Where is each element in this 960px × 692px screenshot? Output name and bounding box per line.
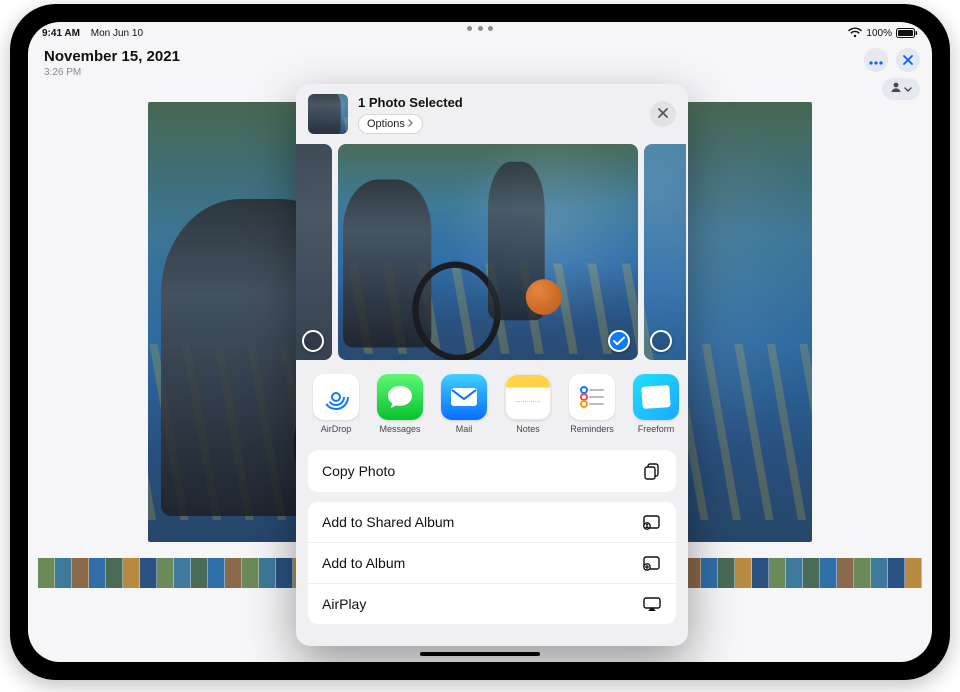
reminders-icon <box>569 374 615 420</box>
share-photo-item[interactable] <box>644 144 686 360</box>
mail-icon <box>441 374 487 420</box>
share-app-mail[interactable]: Mail <box>438 374 490 434</box>
airplay-icon <box>642 596 662 612</box>
chevron-right-icon <box>408 118 414 130</box>
messages-icon <box>377 374 423 420</box>
action-label: Add to Shared Album <box>322 514 454 530</box>
share-sheet: 1 Photo Selected Options <box>296 84 688 646</box>
photo-date-title: November 15, 2021 <box>44 48 180 65</box>
ipad-screen: 9:41 AM Mon Jun 10 100% November 15, 202… <box>28 22 932 662</box>
action-label: Copy Photo <box>322 463 395 479</box>
battery-percent: 100% <box>866 28 892 39</box>
close-button[interactable] <box>896 48 920 72</box>
xmark-icon <box>903 53 913 68</box>
status-bar: 9:41 AM Mon Jun 10 100% <box>28 22 932 42</box>
app-label: Mail <box>456 424 473 434</box>
freeform-icon <box>633 374 679 420</box>
wifi-icon <box>848 28 862 38</box>
people-button[interactable] <box>882 78 920 100</box>
app-label: Messages <box>379 424 420 434</box>
photo-time-subtitle: 3:26 PM <box>44 67 180 78</box>
action-airplay[interactable]: AirPlay <box>308 584 676 624</box>
status-date: Mon Jun 10 <box>91 28 143 39</box>
more-button[interactable] <box>864 48 888 72</box>
share-action-list: Add to Shared Album Add to Album AirPlay <box>308 502 676 624</box>
action-label: Add to Album <box>322 555 405 571</box>
options-button[interactable]: Options <box>358 114 423 134</box>
home-indicator[interactable] <box>420 652 540 656</box>
share-photo-item[interactable] <box>296 144 332 360</box>
action-label: AirPlay <box>322 596 366 612</box>
person-icon <box>890 80 902 98</box>
action-add-to-shared-album[interactable]: Add to Shared Album <box>308 502 676 543</box>
airdrop-icon <box>313 374 359 420</box>
share-app-messages[interactable]: Messages <box>374 374 426 434</box>
action-copy-photo[interactable]: Copy Photo <box>308 450 676 492</box>
ipad-device-frame: 9:41 AM Mon Jun 10 100% November 15, 202… <box>10 4 950 680</box>
action-add-to-album[interactable]: Add to Album <box>308 543 676 584</box>
share-app-freeform[interactable]: Freeform <box>630 374 682 434</box>
ellipsis-icon <box>869 53 883 68</box>
app-label: AirDrop <box>321 424 352 434</box>
selection-circle[interactable] <box>650 330 672 352</box>
selection-circle-checked[interactable] <box>608 330 630 352</box>
copy-icon <box>642 462 662 480</box>
status-time: 9:41 AM <box>42 28 80 39</box>
xmark-icon <box>658 105 668 123</box>
app-label: Freeform <box>638 424 675 434</box>
multitask-control[interactable] <box>467 26 493 32</box>
sheet-thumbnail <box>308 94 348 134</box>
share-app-reminders[interactable]: Reminders <box>566 374 618 434</box>
share-app-airdrop[interactable]: AirDrop <box>310 374 362 434</box>
app-label: Reminders <box>570 424 614 434</box>
selection-circle[interactable] <box>302 330 324 352</box>
chevron-down-icon <box>904 80 912 98</box>
share-photo-strip[interactable] <box>296 144 688 360</box>
photos-header: November 15, 2021 3:26 PM <box>44 48 180 78</box>
options-label: Options <box>367 118 405 130</box>
album-icon <box>642 555 662 571</box>
shared-album-icon <box>642 514 662 530</box>
share-close-button[interactable] <box>650 101 676 127</box>
share-action-list: Copy Photo <box>308 450 676 492</box>
share-app-row[interactable]: AirDrop Messages Mail <box>296 360 688 440</box>
share-photo-item[interactable] <box>338 144 638 360</box>
share-app-notes[interactable]: Notes <box>502 374 554 434</box>
notes-icon <box>505 374 551 420</box>
share-sheet-header: 1 Photo Selected Options <box>296 84 688 138</box>
sheet-title: 1 Photo Selected <box>358 95 463 110</box>
app-label: Notes <box>516 424 540 434</box>
battery-icon <box>896 28 918 38</box>
